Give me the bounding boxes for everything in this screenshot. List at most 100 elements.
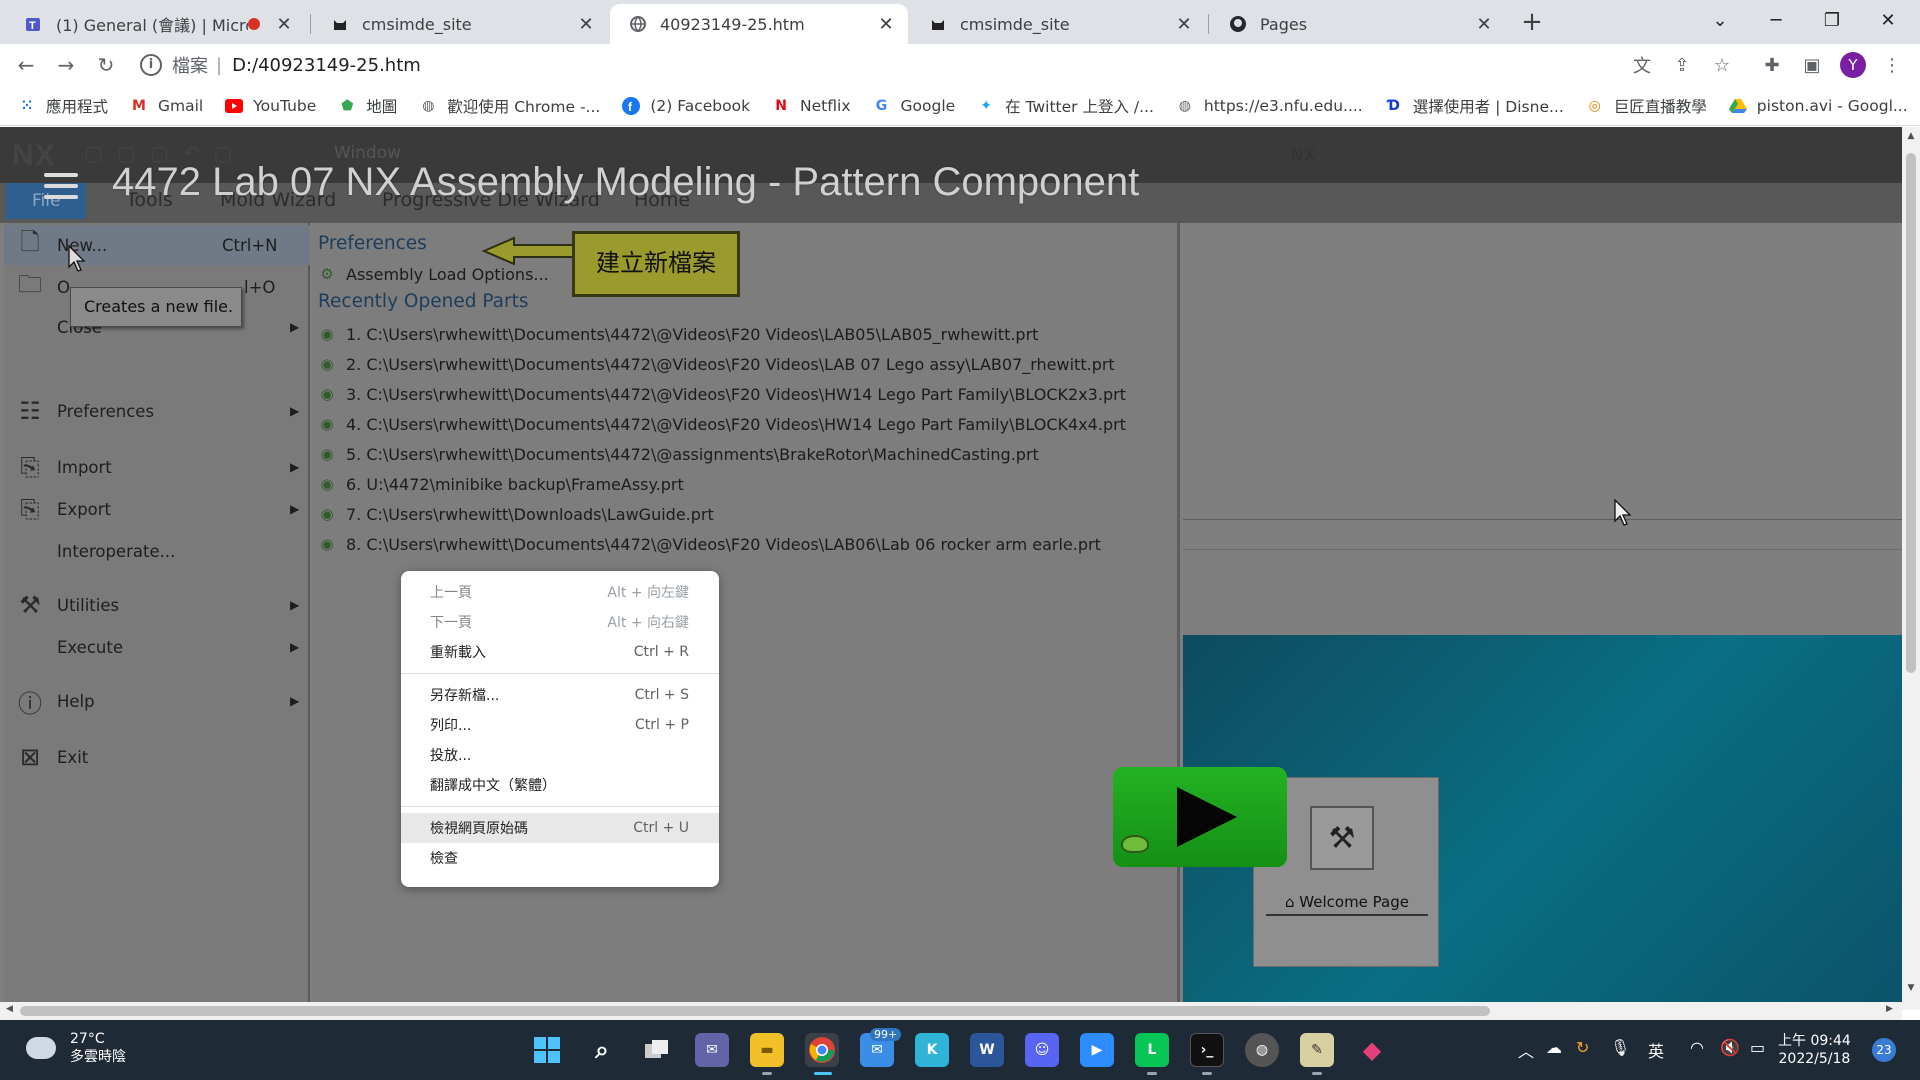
chat-icon[interactable]: ✉ [695,1033,729,1067]
more-menu-icon[interactable]: ⋮ [1880,53,1904,77]
bookmark-apps[interactable]: ⁙ 應用程式 [18,95,108,117]
page-viewport[interactable]: NX ▢ ▢ ▢ ↶ ▢ Window NX File Tools Mold Wizar… [0,127,1902,1010]
video-play-button[interactable] [1113,767,1287,867]
frog-logo-icon [1121,835,1149,853]
ctx-label: 檢視網頁原始碼 [430,821,528,837]
bookmark-twitter[interactable]: ✦ 在 Twitter 上登入 /... [977,95,1154,117]
horizontal-scrollbar[interactable]: ◀ ▶ [0,1002,1902,1020]
recent-part-item: ◉ 2. C:\Users\rwhewitt\Documents\4472\@Vi… [316,353,1114,375]
vertical-scrollbar[interactable]: ▲ ▼ [1902,127,1920,1010]
ctx-cast[interactable]: 投放... [401,740,719,770]
paint-drop-icon[interactable]: ◆ [1355,1033,1389,1067]
ctx-translate[interactable]: 翻譯成中文（繁體） [401,770,719,800]
url-text[interactable]: D:/40923149-25.htm [232,55,421,76]
cat-icon [330,14,350,34]
app-sphere-icon[interactable]: ◍ [1245,1033,1279,1067]
ctx-print[interactable]: 列印... Ctrl + P [401,710,719,740]
wifi-icon[interactable]: ◠ [1690,1038,1704,1057]
tab-pages[interactable]: Pages ✕ [1210,4,1506,44]
ime-indicator[interactable]: 英 [1648,1038,1664,1062]
bookmark-drive[interactable]: piston.avi - Googl... [1728,97,1908,115]
bookmark-maps[interactable]: ⬟ 地圖 [338,95,397,117]
tab-teams[interactable]: T (1) General (會議) | Microso ✕ [6,4,306,44]
new-tab-button[interactable]: + [1518,8,1546,36]
bookmark-live-class[interactable]: ◎ 巨匠直播教學 [1586,95,1707,117]
terminal-icon[interactable]: ›_ [1190,1033,1224,1067]
reload-icon[interactable]: ↻ [92,51,120,79]
nx-center-title: NX [1290,145,1316,166]
bookmark-disney[interactable]: Ɗ 選擇使用者 | Disne... [1385,95,1564,117]
nx-menu-label: Exit [57,747,89,767]
site-info-icon[interactable]: i [140,54,162,76]
profile-avatar[interactable]: Y [1840,52,1866,78]
close-tab-icon[interactable]: ✕ [878,14,894,35]
ctx-label: 上一頁 [430,585,472,601]
extensions-icon[interactable]: ✚ [1760,53,1784,77]
bookmark-chrome-welcome[interactable]: ◍ 歡迎使用 Chrome -... [419,95,600,117]
bookmark-e3-nfu[interactable]: ◍ https://e3.nfu.edu.... [1176,97,1363,115]
translate-icon[interactable]: 文 [1630,53,1654,77]
address-bar[interactable]: i 檔案 | D:/40923149-25.htm [140,48,1630,82]
file-explorer-icon[interactable]: ▬ [750,1033,784,1067]
bookmark-google[interactable]: G Google [873,97,955,115]
close-tab-icon[interactable]: ✕ [276,14,292,35]
chrome-icon[interactable] [805,1033,839,1067]
notification-badge[interactable]: 23 [1872,1038,1896,1062]
word-icon[interactable]: W [970,1033,1004,1067]
sync-icon[interactable]: ↻ [1576,1038,1589,1057]
onedrive-icon[interactable]: ☁ [1546,1038,1562,1057]
search-icon[interactable]: ⌕ [585,1033,619,1067]
zoom-icon[interactable]: ▶ [1080,1033,1114,1067]
close-window-icon[interactable]: ✕ [1860,0,1916,40]
bookmark-gmail[interactable]: M Gmail [130,97,203,115]
back-icon[interactable]: ← [12,51,40,79]
scroll-up-arrow-icon[interactable]: ▲ [1906,131,1916,141]
tab-current-page[interactable]: 40923149-25.htm ✕ [610,4,908,44]
system-clock[interactable]: 上午 09:44 2022/5/18 [1778,1032,1851,1068]
frog-app-icon[interactable]: ✎ [1300,1033,1334,1067]
scroll-left-arrow-icon[interactable]: ◀ [6,1004,13,1014]
close-tab-icon[interactable]: ✕ [1476,14,1492,35]
battery-icon[interactable]: ▭ [1750,1038,1765,1057]
side-panel-icon[interactable]: ▣ [1800,53,1824,77]
assembly-load-icon: ⚙ [320,265,334,283]
scroll-right-arrow-icon[interactable]: ▶ [1886,1004,1893,1014]
line-icon[interactable]: L [1135,1033,1169,1067]
submenu-arrow-icon: ▶ [290,404,300,418]
tab-cmsimde-1[interactable]: cmsimde_site ✕ [312,4,608,44]
tab-search-icon[interactable]: ⌄ [1692,0,1748,40]
ctx-inspect[interactable]: 檢查 [401,843,719,873]
discord-icon[interactable]: ☺ [1025,1033,1059,1067]
clock-date: 2022/5/18 [1778,1051,1851,1067]
close-tab-icon[interactable]: ✕ [578,14,594,35]
share-icon[interactable]: ⇪ [1670,53,1694,77]
tab-cmsimde-2[interactable]: cmsimde_site ✕ [910,4,1206,44]
k-app-icon[interactable]: K [915,1033,949,1067]
ctx-back[interactable]: 上一頁 Alt + 向左鍵 [401,577,719,607]
task-view-icon[interactable] [640,1033,674,1067]
windows-start-icon[interactable] [530,1033,564,1067]
restore-icon[interactable]: ❐ [1804,0,1860,40]
horizontal-scroll-thumb[interactable] [20,1006,1490,1016]
nx-menu-shortcut: l+O [244,277,276,297]
ctx-view-source[interactable]: 檢視網頁原始碼 Ctrl + U [401,813,719,843]
microphone-icon[interactable]: 🎙 [1610,1038,1630,1057]
nx-menu-shortcut: Ctrl+N [222,235,278,255]
bookmark-netflix[interactable]: N Netflix [772,97,850,115]
volume-muted-icon[interactable]: 🔇 [1720,1038,1740,1057]
show-hidden-icons-icon[interactable]: ︿ [1518,1038,1534,1062]
video-menu-icon[interactable] [44,173,78,206]
bookmark-label: Gmail [158,96,204,115]
ctx-forward[interactable]: 下一頁 Alt + 向右鍵 [401,607,719,637]
ctx-save-as[interactable]: 另存新檔... Ctrl + S [401,680,719,710]
bookmark-youtube[interactable]: YouTube [225,97,316,115]
forward-icon[interactable]: → [52,51,80,79]
minimize-icon[interactable]: ─ [1748,0,1804,40]
close-tab-icon[interactable]: ✕ [1176,14,1192,35]
vertical-scroll-thumb[interactable] [1906,153,1916,673]
weather-widget[interactable]: 27°C 多雲時陰 [26,1030,126,1066]
bookmark-star-icon[interactable]: ☆ [1710,53,1734,77]
scroll-down-arrow-icon[interactable]: ▼ [1906,983,1916,993]
ctx-reload[interactable]: 重新載入 Ctrl + R [401,637,719,667]
bookmark-facebook[interactable]: f (2) Facebook [622,96,750,115]
